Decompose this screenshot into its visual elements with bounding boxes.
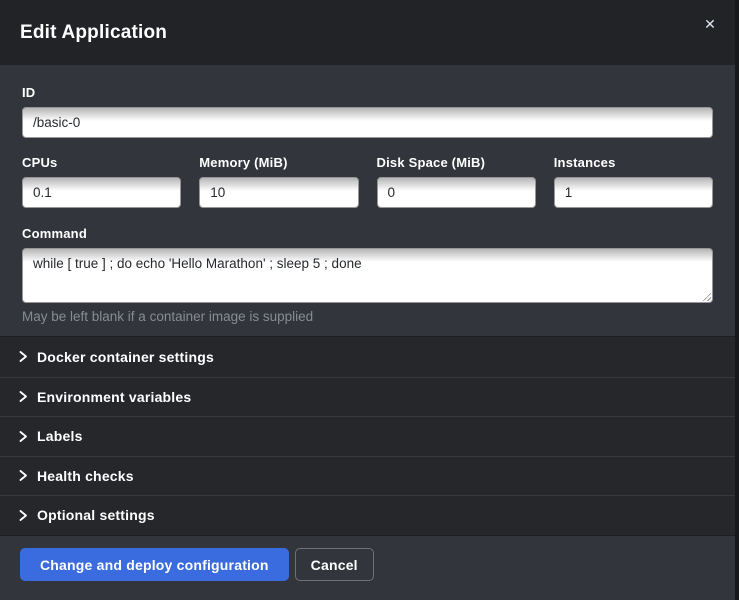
id-input[interactable] (22, 107, 713, 138)
modal-title: Edit Application (20, 22, 167, 44)
close-icon[interactable]: ✕ (701, 15, 719, 33)
disk-field-group: Disk Space (MiB) (377, 155, 536, 208)
cpus-field-group: CPUs (22, 155, 181, 208)
chevron-right-icon (18, 510, 28, 521)
memory-input[interactable] (199, 177, 358, 208)
memory-label: Memory (MiB) (199, 155, 358, 170)
id-label: ID (22, 85, 713, 100)
cpus-label: CPUs (22, 155, 181, 170)
section-label: Health checks (37, 468, 134, 484)
section-label: Docker container settings (37, 349, 214, 365)
section-label: Optional settings (37, 507, 155, 523)
section-label: Environment variables (37, 389, 191, 405)
command-field-group: Command while [ true ] ; do echo 'Hello … (22, 226, 713, 324)
section-optional-settings[interactable]: Optional settings (0, 495, 735, 535)
instances-input[interactable] (554, 177, 713, 208)
edit-application-modal: Edit Application ✕ ID CPUs Memory (MiB) … (0, 0, 735, 597)
chevron-right-icon (18, 351, 28, 362)
section-health-checks[interactable]: Health checks (0, 456, 735, 496)
id-field-group: ID (22, 85, 713, 138)
chevron-right-icon (18, 431, 28, 442)
command-textarea[interactable]: while [ true ] ; do echo 'Hello Marathon… (22, 248, 713, 303)
command-help-text: May be left blank if a container image i… (22, 309, 713, 324)
memory-field-group: Memory (MiB) (199, 155, 358, 208)
modal-header: Edit Application ✕ (0, 0, 735, 65)
resources-row: CPUs Memory (MiB) Disk Space (MiB) Insta… (22, 155, 713, 208)
disk-label: Disk Space (MiB) (377, 155, 536, 170)
command-textarea-wrap: while [ true ] ; do echo 'Hello Marathon… (22, 248, 713, 303)
change-and-deploy-button[interactable]: Change and deploy configuration (20, 548, 289, 581)
section-label: Labels (37, 428, 83, 444)
cpus-input[interactable] (22, 177, 181, 208)
modal-body: ID CPUs Memory (MiB) Disk Space (MiB) In… (0, 65, 735, 336)
instances-label: Instances (554, 155, 713, 170)
collapsible-sections: Docker container settings Environment va… (0, 336, 735, 536)
disk-input[interactable] (377, 177, 536, 208)
modal-footer: Change and deploy configuration Cancel (0, 536, 735, 600)
cancel-button[interactable]: Cancel (295, 548, 374, 581)
instances-field-group: Instances (554, 155, 713, 208)
section-labels[interactable]: Labels (0, 416, 735, 456)
chevron-right-icon (18, 391, 28, 402)
section-docker-container-settings[interactable]: Docker container settings (0, 337, 735, 377)
command-label: Command (22, 226, 713, 241)
section-environment-variables[interactable]: Environment variables (0, 377, 735, 417)
chevron-right-icon (18, 470, 28, 481)
